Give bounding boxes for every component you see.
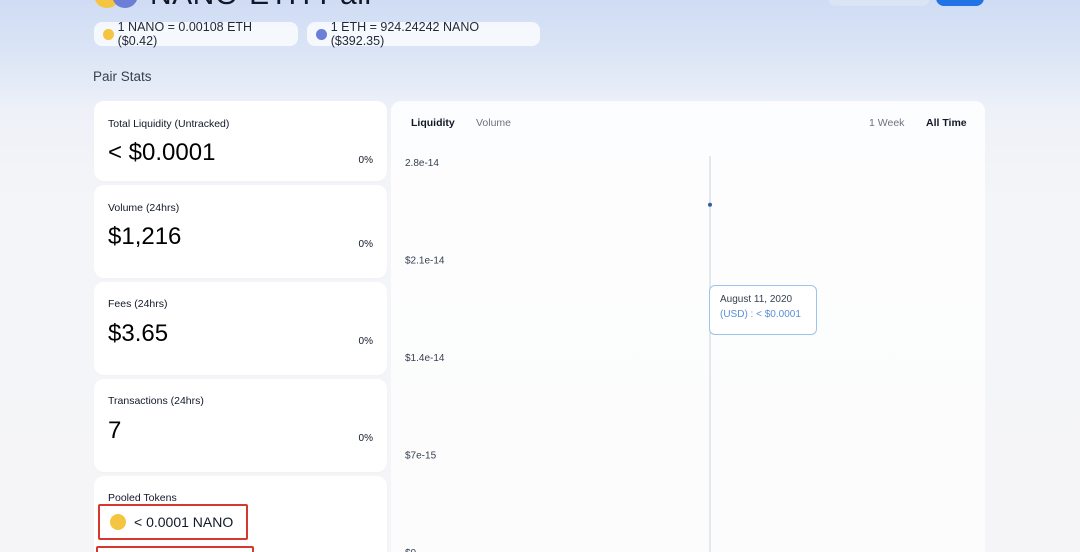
y-tick-label: $7e-15	[405, 451, 437, 462]
stat-card-liquidity: Total Liquidity (Untracked) < $0.0001 0%	[94, 101, 387, 181]
stat-label: Transactions (24hrs)	[108, 395, 204, 407]
y-tick-label: $0	[405, 548, 417, 552]
y-tick-label: $2.1e-14	[405, 256, 445, 267]
nano-token-icon	[103, 28, 114, 40]
liquidity-chart[interactable]: 2.8e-14 $2.1e-14 $1.4e-14 $7e-15 $0	[391, 101, 985, 552]
pooled-token-row-eth[interactable]	[96, 546, 254, 552]
eth-token-icon	[316, 28, 327, 40]
tooltip-value: (USD) : < $0.0001	[720, 309, 801, 320]
price-pill-eth: 1 ETH = 924.24242 NANO ($392.35)	[307, 20, 540, 48]
stat-card-pooled-tokens: Pooled Tokens < 0.0001 NANO	[94, 476, 387, 552]
stat-card-transactions: Transactions (24hrs) 7 0%	[94, 379, 387, 472]
y-tick-label: $1.4e-14	[405, 353, 445, 364]
stat-label: Fees (24hrs)	[108, 298, 168, 310]
pair-header: NANO-ETH Pair	[94, 0, 375, 12]
pair-logos	[94, 0, 138, 8]
stat-value: 7	[108, 417, 122, 444]
stat-value: $1,216	[108, 223, 182, 250]
tooltip-date: August 11, 2020	[720, 294, 793, 305]
eth-logo-icon	[112, 0, 138, 8]
stat-change: 0%	[358, 336, 373, 347]
price-text-eth: 1 ETH = 924.24242 NANO ($392.35)	[330, 20, 480, 48]
stat-change: 0%	[358, 239, 373, 250]
stat-label: Total Liquidity (Untracked)	[108, 118, 230, 130]
stat-value: $3.65	[108, 320, 169, 347]
add-liquidity-button[interactable]	[828, 0, 930, 6]
nano-token-icon	[110, 514, 126, 530]
stat-card-fees: Fees (24hrs) $3.65 0%	[94, 282, 387, 375]
chart-tooltip: August 11, 2020 (USD) : < $0.0001	[709, 285, 817, 335]
trade-button[interactable]	[936, 0, 984, 6]
data-point[interactable]	[708, 202, 712, 207]
page-title: NANO-ETH Pair	[150, 0, 375, 12]
stat-label: Volume (24hrs)	[108, 202, 180, 214]
stat-card-volume: Volume (24hrs) $1,216 0%	[94, 185, 387, 278]
price-text-nano: 1 NANO = 0.00108 ETH ($0.42)	[117, 20, 253, 48]
stat-value: < $0.0001	[108, 139, 216, 166]
stat-change: 0%	[358, 433, 373, 444]
pooled-token-row-nano[interactable]: < 0.0001 NANO	[98, 504, 248, 540]
price-pill-nano: 1 NANO = 0.00108 ETH ($0.42)	[94, 20, 298, 48]
pooled-token-amount: < 0.0001 NANO	[134, 514, 234, 530]
section-title-pair-stats: Pair Stats	[93, 69, 152, 84]
y-tick-label: 2.8e-14	[405, 158, 439, 169]
pooled-tokens-label: Pooled Tokens	[108, 492, 177, 504]
stat-change: 0%	[358, 155, 373, 166]
chart-panel: Liquidity Volume 1 Week All Time 2.8e-14…	[391, 101, 985, 552]
